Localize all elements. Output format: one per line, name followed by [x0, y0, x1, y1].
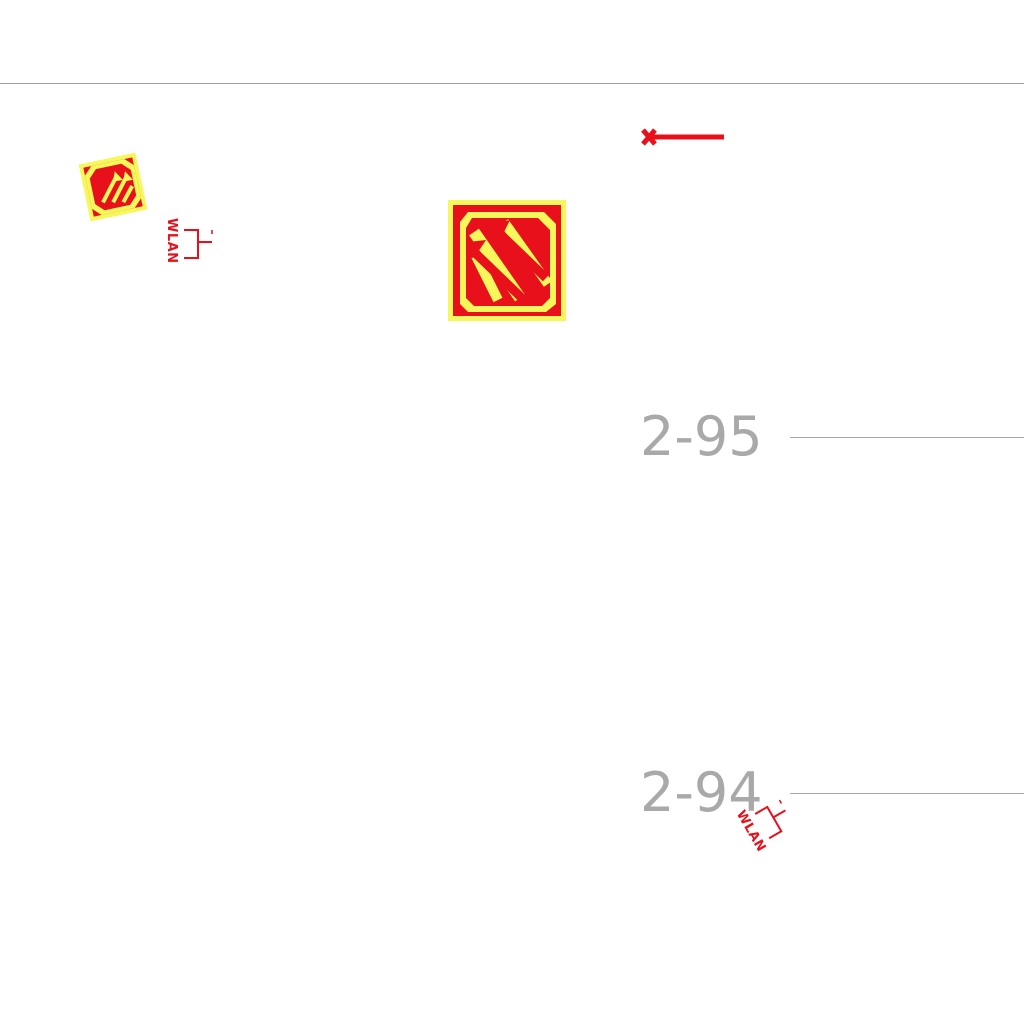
grid-row-line	[790, 437, 1024, 438]
floor-plan-map: WLAN WLAN 2-95 2-94	[0, 0, 1024, 1024]
map-top-divider	[0, 83, 1024, 84]
grid-row-label: 2-94	[640, 761, 763, 824]
wlan-access-point-icon: WLAN	[164, 218, 213, 264]
evacuation-arrows-icon	[448, 200, 566, 321]
grid-row-label: 2-95	[640, 405, 763, 468]
wlan-label: WLAN	[164, 218, 179, 264]
grid-row-line	[790, 793, 1024, 794]
evacuation-arrows-icon	[78, 152, 148, 222]
red-line-marker-icon	[641, 128, 724, 146]
